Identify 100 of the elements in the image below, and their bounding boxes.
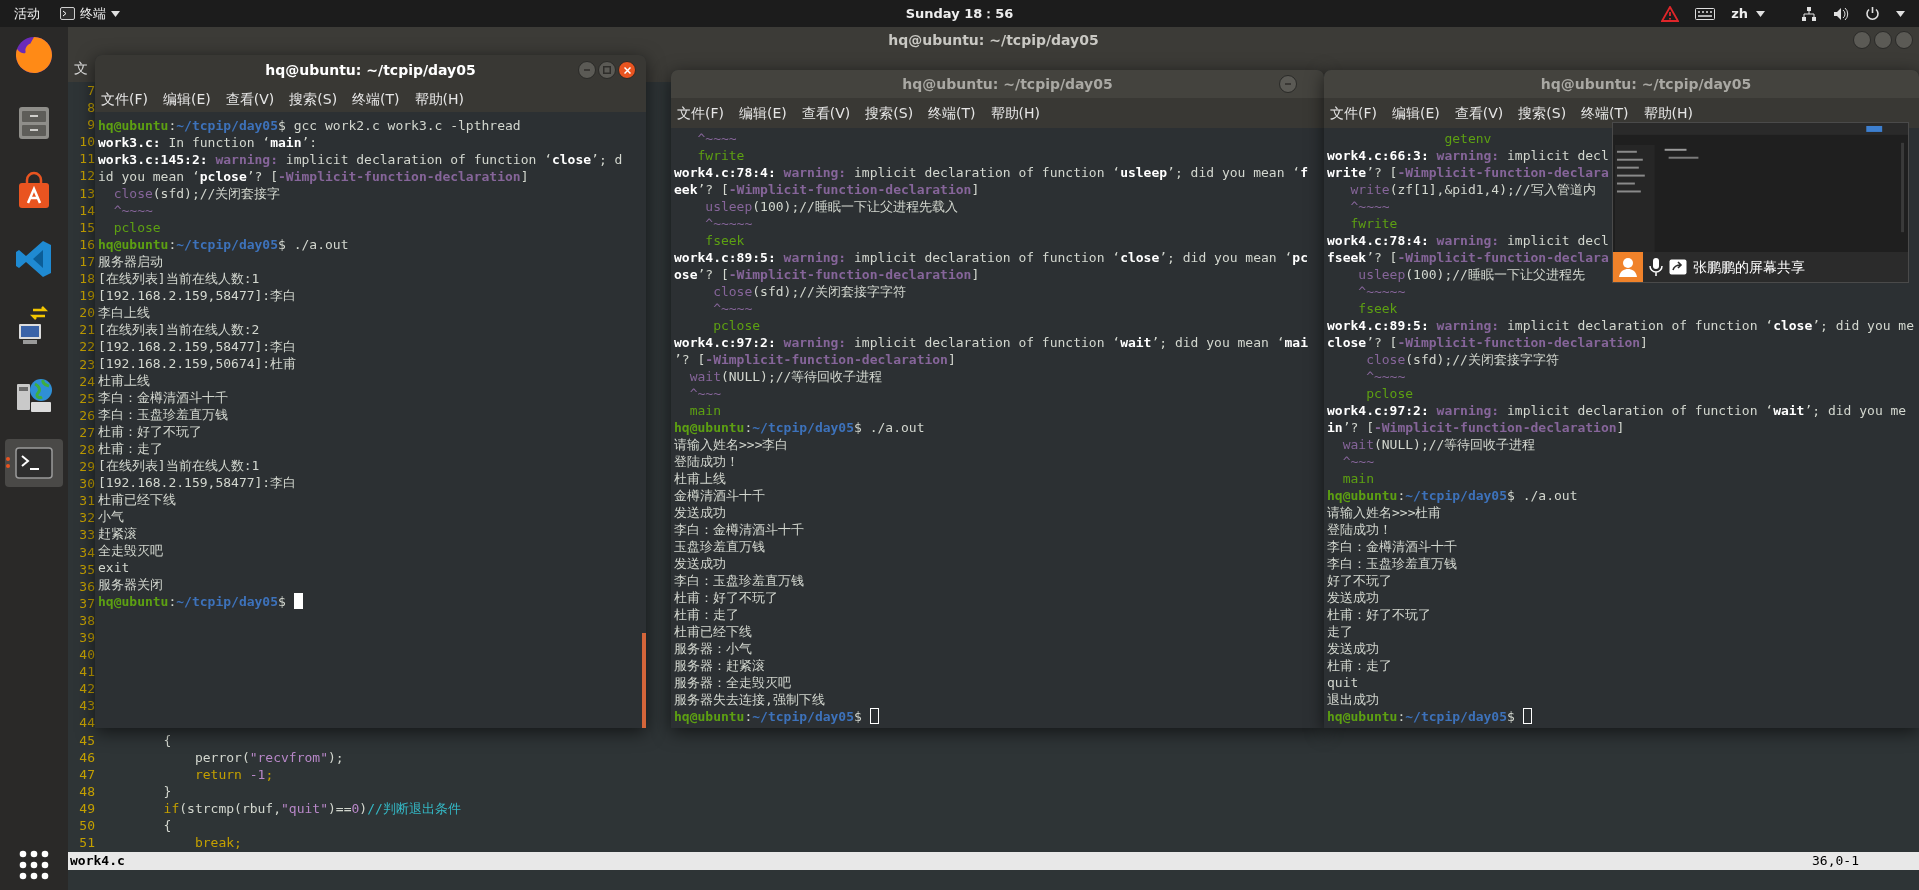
menu-item[interactable]: 文件(F) [677, 102, 724, 124]
terminal-line: 服务器：小气 [674, 639, 752, 657]
menu-item[interactable]: 文件(F) [1330, 102, 1377, 124]
clock[interactable]: Sunday 18：56 [905, 3, 1014, 24]
square-icon [603, 66, 611, 74]
terminal-line: pclose [1365, 384, 1414, 402]
terminal-line: work4.c:97:2: warning: implicit declaration of function ‘wait’; did you me [1327, 401, 1907, 419]
line-number: 11 [79, 150, 95, 168]
warning-icon[interactable] [1661, 5, 1680, 22]
terminal-line: usleep(100);//睡眠一下让父进程先 [1357, 265, 1585, 283]
terminal-line: 杜甫：好了不玩了 [1327, 605, 1431, 623]
terminal-line: 李白：金樽清酒斗十千 [98, 388, 228, 406]
activities-button[interactable]: 活动 [14, 3, 40, 24]
scrollbar[interactable] [642, 633, 646, 728]
terminal-line: 发送成功 [674, 554, 726, 572]
line-number: 32 [79, 509, 95, 527]
terminal-line: work4.c:89:5: warning: implicit declaration of function ‘close’; did you me [1327, 316, 1915, 334]
line-number: 47 [79, 765, 95, 783]
terminal-line: 杜甫上线 [98, 371, 150, 389]
menu-item[interactable]: 编辑(E) [739, 102, 787, 124]
window-title: hq@ubuntu: ~/tcpip/day05 [265, 61, 476, 80]
terminal-line: 请输入姓名>>>李白 [674, 435, 789, 453]
menu-item[interactable]: 帮助(H) [990, 102, 1041, 124]
power-icon[interactable] [1865, 6, 1880, 21]
menu-item[interactable]: 搜索(S) [1518, 102, 1567, 124]
network-icon[interactable] [1801, 5, 1817, 22]
terminal-line: write’? [-Wimplicit-function-declara [1327, 163, 1609, 181]
terminal-line: 服务器关闭 [98, 575, 163, 593]
terminal-line: hq@ubuntu:~/tcpip/day05$ [1327, 707, 1532, 725]
terminal-line: [在线列表]当前在线人数:2 [98, 320, 260, 338]
terminal-line: 登陆成功！ [674, 452, 739, 470]
terminal-line: [192.168.2.159,58477]:李白 [98, 286, 297, 304]
app-menu[interactable]: 终端 [60, 3, 120, 24]
terminal-line: ^~~~~ [1349, 197, 1390, 215]
menu-item[interactable]: 编辑(E) [1392, 102, 1440, 124]
terminal-line: 退出成功 [1327, 690, 1379, 708]
menu-item[interactable]: 文件(F) [101, 88, 148, 110]
menu-item[interactable]: 查看(V) [225, 88, 275, 110]
terminal-line: ^~~~~~ [1357, 282, 1406, 300]
line-number: 51 [79, 834, 95, 852]
terminal-line: ^~~~~ [1365, 367, 1406, 385]
terminal-line: fwrite [696, 146, 745, 164]
menu-item[interactable]: 终端(T) [928, 102, 976, 124]
menu-item[interactable]: 终端(T) [352, 88, 400, 110]
input-method-button[interactable]: zh [1731, 3, 1765, 24]
terminal-line: 杜甫：走了 [1327, 656, 1392, 674]
menu-item[interactable]: 编辑(E) [163, 88, 211, 110]
line-number: 28 [79, 440, 95, 459]
volume-icon[interactable] [1833, 5, 1849, 22]
terminal-line: 杜甫：走了 [674, 605, 739, 623]
terminal-line: work4.c:97:2: warning: implicit declaration of function ‘wait’; did you mean ‘mai [674, 333, 1308, 351]
terminal-line: close(sfd);//关闭套接字字符 [1365, 350, 1559, 368]
line-number: 17 [79, 252, 95, 271]
line-number: 9 [87, 116, 95, 134]
caret-icon [1756, 10, 1765, 17]
terminal-line: 小气 [98, 507, 124, 525]
terminal-line: [在线列表]当前在线人数:1 [98, 269, 260, 287]
terminal-line: 杜甫：好了不玩了 [674, 588, 778, 606]
line-number: 48 [79, 782, 95, 800]
menu-item[interactable]: 帮助(H) [1643, 102, 1694, 124]
close-button[interactable] [618, 61, 636, 79]
terminal-line: work4.c:66:3: warning: implicit decl [1327, 146, 1609, 164]
terminal-line: [192.168.2.159,58477]:李白 [98, 473, 297, 491]
terminal-line: ^~~~~ [712, 299, 753, 317]
terminal-line: ^~~~ [688, 384, 721, 402]
microphone-icon[interactable] [1649, 257, 1663, 277]
line-number: 21 [79, 321, 95, 339]
line-number: 41 [79, 663, 95, 681]
terminal-line: 李白：玉盘珍羞直万钱 [674, 571, 804, 589]
menu-item[interactable]: 终端(T) [1581, 102, 1629, 124]
minus-icon [1285, 83, 1291, 85]
keyboard-icon[interactable] [1695, 7, 1716, 20]
terminal-line: 服务器：赶紧滚 [674, 656, 765, 674]
code-line: } [162, 782, 172, 800]
line-number: 33 [79, 526, 95, 544]
app-grid-icon[interactable] [19, 850, 49, 880]
terminal-line: 赶紧滚 [98, 524, 137, 542]
menu-item[interactable]: 搜索(S) [289, 88, 338, 110]
line-number: 23 [79, 355, 95, 373]
menu-item[interactable]: 搜索(S) [865, 102, 914, 124]
menu-item[interactable]: 帮助(H) [414, 88, 465, 110]
menu-item[interactable]: 文 [74, 57, 88, 79]
close-icon [623, 66, 631, 74]
line-number: 46 [79, 748, 95, 766]
line-number: 39 [79, 629, 95, 647]
browser-icon[interactable] [13, 34, 55, 76]
terminal-line: work4.c:78:4: warning: implicit declaration of function ‘usleep’; did you mean ‘f [674, 163, 1308, 181]
code-line: { [162, 731, 172, 749]
menu-item[interactable]: 查看(V) [801, 102, 851, 124]
terminal-line: ose’? [-Wimplicit-function-declaration] [674, 265, 980, 283]
terminal-line: work4.c:78:4: warning: implicit decl [1327, 231, 1609, 249]
window-title: hq@ubuntu: ~/tcpip/day05 [888, 31, 1099, 50]
terminal-line: id you mean ‘pclose’? [-Wimplicit-function-declaration] [98, 167, 529, 185]
terminal-line: hq@ubuntu:~/tcpip/day05$ [674, 707, 879, 725]
share-icon[interactable] [1669, 259, 1687, 275]
menu-item[interactable]: 查看(V) [1454, 102, 1504, 124]
line-number: 40 [79, 646, 95, 664]
terminal-line: [在线列表]当前在线人数:1 [98, 456, 260, 474]
line-number: 44 [79, 714, 95, 732]
terminal-icon [60, 7, 75, 20]
